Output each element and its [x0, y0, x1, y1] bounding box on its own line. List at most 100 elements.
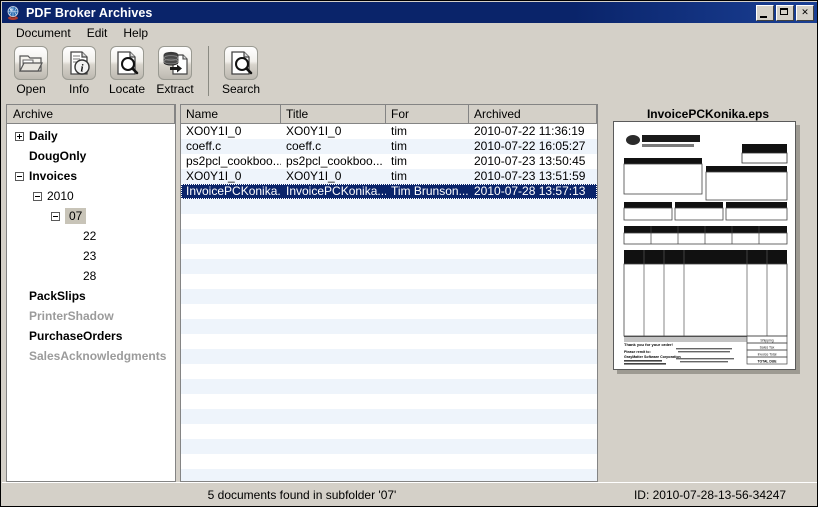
- table-row-empty: [181, 394, 597, 409]
- collapse-icon[interactable]: [15, 171, 24, 181]
- database-extract-icon: [158, 46, 192, 80]
- table-row-empty: [181, 244, 597, 259]
- svg-text:Invoice Total: Invoice Total: [758, 353, 777, 357]
- info-button[interactable]: i Info: [56, 46, 102, 96]
- svg-text:Sales Tax: Sales Tax: [760, 346, 775, 350]
- cell-for: Tim Brunson...: [391, 184, 469, 198]
- tree-node-printershadow[interactable]: PrinterShadow: [7, 306, 175, 326]
- menu-item-help[interactable]: Help: [115, 24, 156, 42]
- tree-node-23[interactable]: 23: [7, 246, 175, 266]
- cell-name: XO0Y1I_0: [186, 124, 242, 138]
- svg-text:GrayMatter Software Corporatio: GrayMatter Software Corporation: [624, 355, 681, 359]
- document-magnifier-icon: [224, 46, 258, 80]
- cell-archived: 2010-07-23 13:51:59: [474, 169, 586, 183]
- table-row[interactable]: XO0Y1I_0 XO0Y1I_0 tim 2010-07-23 13:51:59: [181, 169, 597, 184]
- menu-item-document[interactable]: Document: [8, 24, 79, 42]
- cell-name: XO0Y1I_0: [186, 169, 242, 183]
- table-row-empty: [181, 379, 597, 394]
- collapse-icon[interactable]: [51, 211, 60, 221]
- status-session-id: ID: 2010-07-28-13-56-34247: [633, 487, 787, 502]
- locate-button-label: Locate: [108, 82, 146, 96]
- tree-node-invoices[interactable]: Invoices: [7, 166, 175, 186]
- table-row-empty: [181, 349, 597, 364]
- column-header-archived[interactable]: Archived: [469, 105, 597, 124]
- app-orb-icon: [5, 5, 21, 21]
- tree-node-22[interactable]: 22: [7, 226, 175, 246]
- tree-node-daily[interactable]: Daily: [7, 126, 175, 146]
- column-header-for[interactable]: For: [386, 105, 469, 124]
- tree-node-label: 2010: [47, 189, 74, 203]
- collapse-icon[interactable]: [33, 191, 42, 201]
- application-window: PDF Broker Archives ✕ Document Edit Help: [0, 0, 818, 507]
- status-bar: 5 documents found in subfolder '07' ID: …: [2, 482, 817, 506]
- archive-tree-body: Daily DougOnly Invoices 2010 07 22 23 28 PackSli…: [7, 124, 175, 366]
- search-button[interactable]: Search: [218, 46, 264, 96]
- cell-for: tim: [391, 139, 407, 153]
- document-list-rows: XO0Y1I_0 XO0Y1I_0 tim 2010-07-22 11:36:19 co…: [181, 124, 597, 481]
- table-row-empty: [181, 319, 597, 334]
- table-row-empty: [181, 469, 597, 481]
- table-row-empty: [181, 424, 597, 439]
- minimize-button[interactable]: [756, 4, 774, 21]
- minimize-icon: [760, 15, 767, 18]
- extract-button-label: Extract: [156, 82, 194, 96]
- table-row[interactable]: ps2pcl_cookboo... ps2pcl_cookboo... tim 201…: [181, 154, 597, 169]
- cell-title: XO0Y1I_0: [286, 169, 342, 183]
- table-row-empty: [181, 304, 597, 319]
- svg-text:TOTAL DUE: TOTAL DUE: [757, 360, 777, 364]
- folder-open-icon: [14, 46, 48, 80]
- table-row[interactable]: InvoicePCKonika... InvoicePCKonika... Tim …: [181, 184, 597, 199]
- tree-node-label: PackSlips: [29, 289, 86, 303]
- maximize-icon: [780, 7, 788, 15]
- preview-title: InvoicePCKonika.eps: [646, 107, 770, 121]
- tree-node-purchaseorders[interactable]: PurchaseOrders: [7, 326, 175, 346]
- tree-node-label: 28: [83, 269, 97, 283]
- column-header-title[interactable]: Title: [281, 105, 386, 124]
- document-list-header: Name Title For Archived: [181, 105, 597, 124]
- tree-node-salesacknowledgments[interactable]: SalesAcknowledgments: [7, 346, 175, 366]
- close-button[interactable]: ✕: [796, 4, 814, 21]
- preview-thumbnail[interactable]: Shipping Sales Tax Invoice Total TOTAL D…: [613, 121, 796, 370]
- open-button[interactable]: Open: [8, 46, 54, 96]
- tree-node-label: PurchaseOrders: [29, 329, 123, 343]
- maximize-button[interactable]: [776, 4, 794, 21]
- document-list-panel: Name Title For Archived XO0Y1I_0 XO0Y1I_0 tim…: [180, 104, 598, 482]
- document-search-icon: [110, 46, 144, 80]
- status-documents-found: 5 documents found in subfolder '07': [207, 487, 397, 502]
- table-row-empty: [181, 199, 597, 214]
- tree-node-label: Invoices: [29, 169, 78, 183]
- tree-node-label: PrinterShadow: [29, 309, 114, 323]
- column-header-name[interactable]: Name: [181, 105, 281, 124]
- cell-title: XO0Y1I_0: [286, 124, 342, 138]
- table-row-empty: [181, 289, 597, 304]
- preview-thumbnail-wrapper[interactable]: Shipping Sales Tax Invoice Total TOTAL D…: [613, 121, 800, 374]
- tree-node-label: Daily: [29, 129, 58, 143]
- tree-node-07[interactable]: 07: [7, 206, 175, 226]
- tree-node-packslips[interactable]: PackSlips: [7, 286, 175, 306]
- locate-button[interactable]: Locate: [104, 46, 150, 96]
- tree-node-28[interactable]: 28: [7, 266, 175, 286]
- extract-button[interactable]: Extract: [152, 46, 198, 96]
- table-row[interactable]: coeff.c coeff.c tim 2010-07-22 16:05:27: [181, 139, 597, 154]
- expand-icon[interactable]: [15, 131, 24, 141]
- table-row-empty: [181, 364, 597, 379]
- document-info-icon: i: [62, 46, 96, 80]
- menu-item-edit[interactable]: Edit: [79, 24, 116, 42]
- cell-name: coeff.c: [186, 139, 222, 153]
- cell-title: coeff.c: [286, 139, 322, 153]
- tree-node-label: 07: [65, 208, 87, 224]
- tree-node-dougonly[interactable]: DougOnly: [7, 146, 175, 166]
- table-row[interactable]: XO0Y1I_0 XO0Y1I_0 tim 2010-07-22 11:36:19: [181, 124, 597, 139]
- table-row-empty: [181, 214, 597, 229]
- window-title: PDF Broker Archives: [26, 5, 153, 20]
- tree-node-2010[interactable]: 2010: [7, 186, 175, 206]
- toolbar-separator: [208, 46, 209, 96]
- cell-archived: 2010-07-28 13:57:13: [474, 184, 586, 198]
